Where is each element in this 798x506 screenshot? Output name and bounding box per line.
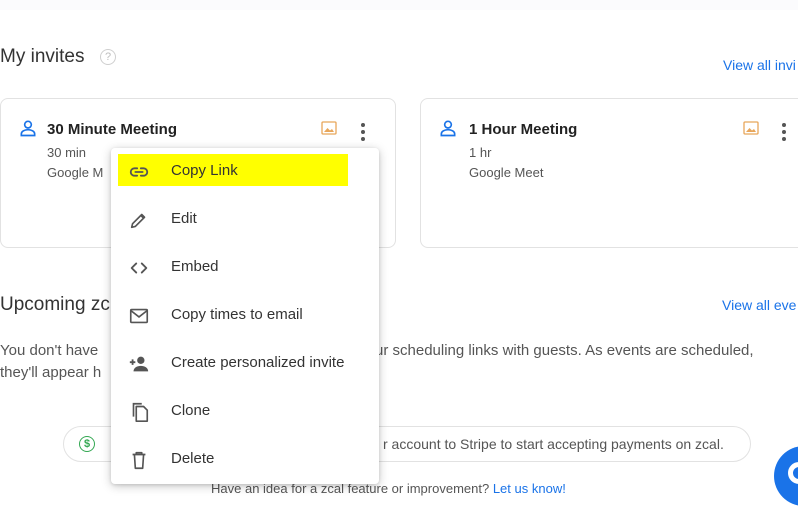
card-location: Google M	[47, 165, 104, 180]
code-icon	[130, 262, 148, 274]
trash-icon	[132, 451, 146, 470]
person-icon	[20, 120, 36, 137]
image-icon[interactable]	[743, 121, 759, 135]
menu-item-clone[interactable]: Clone	[111, 388, 379, 436]
stripe-banner-text: r account to Stripe to start accepting p…	[383, 436, 724, 452]
person-icon	[440, 120, 456, 137]
menu-item-edit[interactable]: Edit	[111, 196, 379, 244]
link-icon	[129, 167, 149, 177]
let-us-know-link[interactable]: Let us know!	[493, 481, 566, 496]
help-icon[interactable]: ?	[100, 49, 116, 65]
menu-item-copy-link[interactable]: Copy Link	[111, 148, 379, 196]
menu-item-copy-times[interactable]: Copy times to email	[111, 292, 379, 340]
menu-item-label: Edit	[171, 210, 197, 227]
menu-item-label: Copy Link	[171, 162, 238, 179]
top-bar	[0, 0, 798, 10]
chat-button[interactable]	[774, 446, 798, 506]
menu-item-label: Embed	[171, 258, 219, 275]
upcoming-title: Upcoming zc	[0, 294, 110, 315]
description-text: they'll appear h	[0, 364, 102, 381]
card-location: Google Meet	[469, 165, 544, 180]
page-title: My invites	[0, 46, 85, 67]
person-add-icon	[129, 356, 149, 372]
menu-item-personalized-invite[interactable]: Create personalized invite	[111, 340, 379, 388]
invite-card[interactable]: 1 Hour Meeting 1 hr Google Meet	[420, 98, 798, 248]
menu-item-label: Create personalized invite	[171, 354, 345, 371]
card-title[interactable]: 1 Hour Meeting	[469, 121, 577, 138]
image-icon[interactable]	[321, 121, 337, 135]
more-options-icon[interactable]	[782, 123, 786, 144]
card-duration: 1 hr	[469, 145, 492, 160]
menu-item-delete[interactable]: Delete	[111, 436, 379, 484]
copy-icon	[132, 402, 149, 422]
chat-icon	[788, 462, 798, 484]
card-duration: 30 min	[47, 145, 87, 160]
menu-item-label: Copy times to email	[171, 306, 303, 323]
pencil-icon	[130, 213, 146, 229]
description-text: ur scheduling links with guests. As even…	[375, 342, 754, 359]
card-title[interactable]: 30 Minute Meeting	[47, 121, 177, 138]
mail-icon	[129, 308, 149, 324]
more-options-icon[interactable]	[361, 123, 365, 144]
description-text: You don't have	[0, 342, 99, 359]
menu-item-label: Delete	[171, 450, 215, 467]
dollar-icon: $	[79, 436, 95, 452]
context-menu: Copy Link Edit Embed Copy times to email…	[111, 148, 379, 484]
menu-item-label: Clone	[171, 402, 211, 419]
view-all-invites-link[interactable]: View all invi	[723, 57, 796, 73]
menu-item-embed[interactable]: Embed	[111, 244, 379, 292]
view-all-events-link[interactable]: View all eve	[722, 297, 796, 313]
